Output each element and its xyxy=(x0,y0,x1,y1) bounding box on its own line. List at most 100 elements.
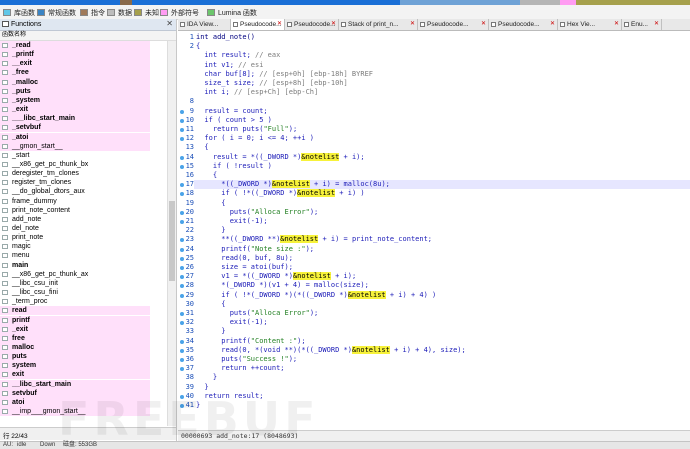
highlighted-identifier[interactable]: &notelist xyxy=(347,290,386,299)
breakpoint-dot-icon[interactable] xyxy=(180,284,184,289)
tab-item[interactable]: IDA View... xyxy=(178,19,231,30)
code-line[interactable]: 32 exit(-1); xyxy=(180,318,690,327)
code-line[interactable]: 38 } xyxy=(186,373,690,382)
highlighted-identifier[interactable]: &notelist xyxy=(301,152,340,161)
breakpoint-dot-icon[interactable] xyxy=(180,293,184,298)
function-list-item[interactable]: __x86_get_pc_thunk_ax xyxy=(0,270,150,279)
code-line[interactable]: 14 result = *((_DWORD *)&notelist + i); xyxy=(180,152,690,162)
function-list-item[interactable]: free xyxy=(0,333,150,343)
function-list-item[interactable]: _malloc xyxy=(0,77,150,87)
function-list-item[interactable]: __libc_csu_fini xyxy=(0,288,150,297)
code-line[interactable]: 41} xyxy=(180,401,690,410)
tab-item[interactable]: Pseudocode... ✕ xyxy=(418,19,489,30)
code-line[interactable]: 1 int add_note() xyxy=(190,33,690,42)
functions-panel-titlebar[interactable]: Functions ✕ xyxy=(0,19,176,31)
breakpoint-dot-icon[interactable] xyxy=(180,339,184,344)
function-list-item[interactable]: _read xyxy=(0,41,150,51)
breakpoint-dot-icon[interactable] xyxy=(180,137,184,142)
function-list-item[interactable]: atoi xyxy=(0,397,150,407)
code-line[interactable]: 16 { xyxy=(186,171,690,180)
function-list-item[interactable]: __libc_csu_init xyxy=(0,279,150,288)
function-list-item[interactable]: _puts xyxy=(0,86,150,96)
breakpoint-dot-icon[interactable] xyxy=(180,321,184,326)
breakpoint-dot-icon[interactable] xyxy=(180,358,184,362)
functions-column-header[interactable]: 函数名称 xyxy=(0,31,176,41)
function-list-item[interactable]: print_note_content xyxy=(0,206,150,215)
code-line[interactable]: 13 { xyxy=(186,143,690,152)
tab-item[interactable]: Pseudocode... ✕ xyxy=(231,19,285,30)
function-list-item[interactable]: __imp___gmon_start__ xyxy=(0,407,150,417)
function-list-item[interactable]: read xyxy=(0,306,150,316)
code-line[interactable]: 12 for ( i = 0; i <= 4; ++i ) xyxy=(180,134,690,143)
code-line[interactable]: 35 read(0, *(void **)(*((_DWORD *)&notel… xyxy=(180,345,690,355)
code-line[interactable]: 26 size = atoi(buf); xyxy=(180,263,690,272)
code-line[interactable]: 27 v1 = *((_DWORD *)&notelist + i); xyxy=(180,272,690,281)
function-list-item[interactable]: register_tm_clones xyxy=(0,178,150,187)
code-line[interactable]: int v1; // esi xyxy=(194,61,690,70)
function-list-item[interactable]: frame_dummy xyxy=(0,197,150,206)
breakpoint-dot-icon[interactable] xyxy=(180,155,184,160)
code-line[interactable]: 36 puts("Success !"); xyxy=(180,355,690,364)
code-line[interactable]: 37 return ++count; xyxy=(180,364,690,373)
code-line[interactable]: size_t size; // [esp+8h] [ebp-10h] xyxy=(194,79,690,88)
function-list-item[interactable]: menu xyxy=(0,251,150,260)
tab-close-icon[interactable]: ✕ xyxy=(410,19,415,30)
function-list-item[interactable]: _term_proc xyxy=(0,297,150,306)
function-list-item[interactable]: main xyxy=(0,261,150,270)
breakpoint-dot-icon[interactable] xyxy=(180,394,184,399)
tab-close-icon[interactable]: ✕ xyxy=(481,19,486,30)
highlighted-identifier[interactable]: &notelist xyxy=(280,235,319,244)
pseudocode-view[interactable]: 1 int add_note() 2{ int result; // eax int… xyxy=(178,31,690,429)
breakpoint-dot-icon[interactable] xyxy=(180,183,184,188)
breakpoint-dot-icon[interactable] xyxy=(180,404,184,408)
tab-item[interactable]: Hex Vie... ✕ xyxy=(558,19,622,30)
code-line[interactable]: 22 } xyxy=(186,226,690,235)
breakpoint-dot-icon[interactable] xyxy=(180,312,184,316)
tab-item[interactable]: Stack of print_n... ✕ xyxy=(339,19,418,30)
highlighted-identifier[interactable]: &notelist xyxy=(292,272,331,281)
code-line[interactable]: 18 if ( !*((_DWORD *)&notelist + i) ) xyxy=(180,189,690,198)
function-list-item[interactable]: deregister_tm_clones xyxy=(0,169,150,178)
breakpoint-dot-icon[interactable] xyxy=(180,275,184,280)
code-line[interactable]: 17 *((_DWORD *)&notelist + i) = malloc(8… xyxy=(180,180,690,190)
function-list-item[interactable]: ___libc_start_main xyxy=(0,114,150,124)
function-list-item[interactable]: puts xyxy=(0,352,150,362)
code-line[interactable]: 29 if ( !*(_DWORD *)(*((_DWORD *)&noteli… xyxy=(180,290,690,300)
scrollbar-thumb[interactable] xyxy=(169,201,175,281)
code-line[interactable]: 30 { xyxy=(186,300,690,309)
function-list-item[interactable]: print_note xyxy=(0,233,150,242)
breakpoint-dot-icon[interactable] xyxy=(180,109,184,114)
function-list-item[interactable]: __x86_get_pc_thunk_bx xyxy=(0,160,150,169)
function-list-item[interactable]: add_note xyxy=(0,215,150,224)
function-list-item[interactable]: __libc_start_main xyxy=(0,379,150,389)
code-line[interactable]: 34 printf("Content :"); xyxy=(180,337,690,346)
function-list-item[interactable]: _printf xyxy=(0,50,150,60)
highlighted-identifier[interactable]: &notelist xyxy=(351,345,390,354)
highlighted-identifier[interactable]: &notelist xyxy=(271,180,310,189)
function-list-item[interactable]: __do_global_dtors_aux xyxy=(0,187,150,196)
breakpoint-dot-icon[interactable] xyxy=(180,238,184,243)
function-list-item[interactable]: del_note xyxy=(0,224,150,233)
function-list-item[interactable]: _setvbuf xyxy=(0,123,150,133)
code-line[interactable]: 15 if ( !result ) xyxy=(180,162,690,171)
function-list-item[interactable]: malloc xyxy=(0,342,150,353)
breakpoint-dot-icon[interactable] xyxy=(180,367,184,372)
breakpoint-dot-icon[interactable] xyxy=(180,128,184,132)
code-line[interactable]: 8 xyxy=(190,97,690,106)
function-list-item[interactable]: magic xyxy=(0,242,150,251)
function-list-item[interactable]: __gmon_start__ xyxy=(0,141,150,151)
tab-close-icon[interactable]: ✕ xyxy=(654,19,659,30)
tab-close-icon[interactable]: ✕ xyxy=(277,19,282,30)
function-list-item[interactable]: _exit xyxy=(0,324,150,334)
function-list-item[interactable]: exit xyxy=(0,370,150,380)
breakpoint-dot-icon[interactable] xyxy=(180,266,184,270)
code-line[interactable]: 21 exit(-1); xyxy=(180,217,690,226)
tab-item[interactable]: Enu... ✕ xyxy=(622,19,662,30)
tab-close-icon[interactable]: ✕ xyxy=(550,19,555,30)
code-line[interactable]: 28 *(_DWORD *)(v1 + 4) = malloc(size); xyxy=(180,281,690,290)
tab-item[interactable]: Pseudocode... ✕ xyxy=(285,19,339,30)
breakpoint-dot-icon[interactable] xyxy=(180,118,184,123)
breakpoint-dot-icon[interactable] xyxy=(180,164,184,169)
highlighted-identifier[interactable]: &notelist xyxy=(297,189,336,198)
code-line[interactable]: 11 return puts("Full"); xyxy=(180,125,690,134)
